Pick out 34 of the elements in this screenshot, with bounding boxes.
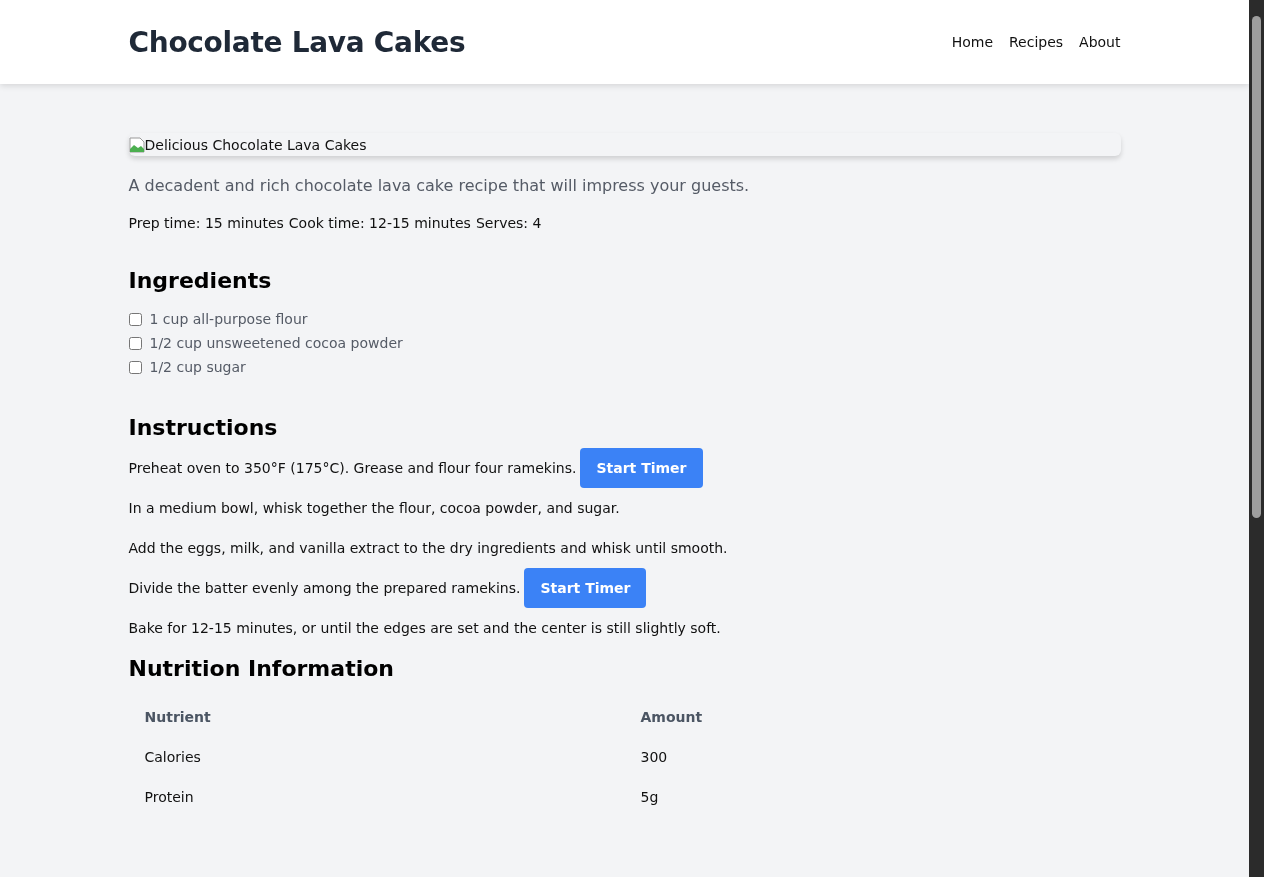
column-header: Amount: [639, 708, 704, 727]
start-timer-button[interactable]: Start Timer: [580, 448, 703, 488]
instruction-text: Preheat oven to 350°F (175°C). Grease and flour four ramekins.: [128, 460, 577, 476]
table-cell-text: 300: [639, 748, 669, 767]
site-title: Chocolate Lava Cakes: [128, 25, 466, 59]
instruction-text: Divide the batter evenly among the prepared ramekins.: [128, 580, 521, 596]
table-cell-text: Calories: [143, 748, 202, 767]
checkbox[interactable]: [128, 312, 142, 326]
section-heading: Instructions: [128, 415, 279, 440]
meta-text: Cook time: 12-15 minutes: [288, 215, 471, 231]
instruction-text: Add the eggs, milk, and vanilla extract to the dry ingredients and whisk until smooth.: [128, 540, 728, 556]
section-heading: Nutrition Information: [128, 656, 395, 681]
scrollbar-thumb[interactable]: [1252, 16, 1261, 518]
ingredient-label: 1/2 cup unsweetened cocoa powder: [149, 335, 403, 351]
instruction-text: In a medium bowl, whisk together the flour, cocoa powder, and sugar.: [128, 500, 620, 516]
scrollbar[interactable]: [1249, 0, 1264, 877]
nav-link[interactable]: About: [1079, 34, 1121, 50]
table-cell-text: Protein: [143, 788, 195, 807]
column-header: Nutrient: [143, 708, 212, 727]
checkbox[interactable]: [128, 336, 142, 350]
nav-link[interactable]: Recipes: [1009, 34, 1064, 50]
table-cell-text: 5g: [639, 788, 660, 807]
start-timer-button[interactable]: Start Timer: [524, 568, 647, 608]
section-heading: Ingredients: [128, 268, 273, 293]
checkbox[interactable]: [128, 360, 142, 374]
instruction-text: Bake for 12-15 minutes, or until the edges are set and the center is still slightly soft.: [128, 620, 721, 636]
broken-image-icon: [128, 136, 145, 153]
ingredient-label: 1/2 cup sugar: [149, 359, 246, 375]
ingredient-label: 1 cup all-purpose flour: [149, 311, 308, 327]
nav-link[interactable]: Home: [951, 34, 993, 50]
image-alt-text: Delicious Chocolate Lava Cakes: [144, 136, 367, 153]
meta-text: Prep time: 15 minutes: [128, 215, 284, 231]
description: A decadent and rich chocolate lava cake recipe that will impress your guests.: [128, 176, 751, 195]
meta-text: Serves: 4: [475, 215, 542, 231]
